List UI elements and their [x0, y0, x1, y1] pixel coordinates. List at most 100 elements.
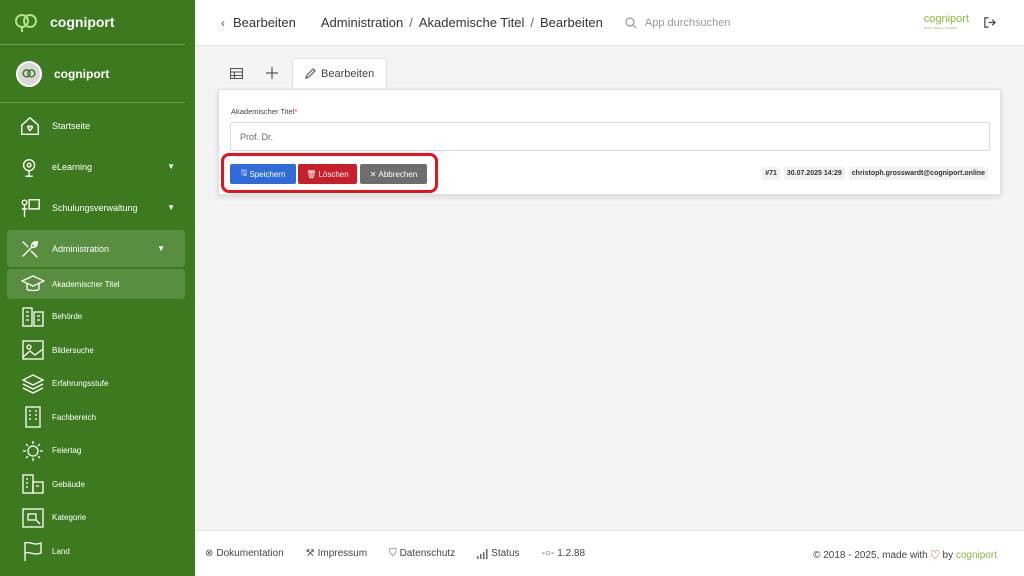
sidebar-subitem-label: Behörde	[52, 312, 83, 322]
footer-links: ⊗ Dokumentation ⚒ Impressum ⛉ Datenschut…	[205, 548, 607, 559]
sidebar-subitem-erfahrungsstufe[interactable]: Erfahrungsstufe	[0, 367, 195, 401]
pencil-icon	[305, 68, 316, 79]
header-logo-text: cogniport	[923, 13, 969, 25]
buildings-icon	[20, 472, 46, 496]
top-header: ‹ Bearbeiten Administration / Akademisch…	[195, 0, 1024, 46]
plus-icon	[266, 67, 278, 79]
edit-form-card: Akademischer Titel* 🖫 Speichern 🗑 Lösche…	[218, 89, 1001, 195]
sidebar-subitem-feiertag[interactable]: Feiertag	[0, 434, 195, 468]
breadcrumb-separator: /	[530, 15, 535, 30]
sidebar-subitem-label: Akademischer Titel	[52, 279, 120, 289]
sidebar-subitem-label: Erfahrungsstufe	[52, 379, 109, 389]
copyright: © 2018 - 2025, made with ♡ by cogniport	[813, 548, 997, 562]
sidebar-item-administration[interactable]: Administration ▼	[7, 230, 185, 267]
footer-link-dokumentation[interactable]: ⊗ Dokumentation	[205, 548, 284, 559]
caret-down-icon: ▼	[167, 203, 175, 212]
sidebar-item-label: Startseite	[52, 120, 91, 131]
signal-icon	[477, 548, 488, 559]
flag-icon	[20, 539, 46, 563]
footer-brand[interactable]: cogniport	[956, 550, 997, 561]
logout-button[interactable]	[983, 16, 996, 34]
cogniport-logo-icon	[15, 14, 37, 32]
caret-down-icon: ▼	[167, 162, 175, 171]
search-placeholder: App durchsuchen	[644, 16, 731, 29]
breadcrumb-item-administration[interactable]: Administration	[321, 15, 403, 30]
breadcrumb-item-akademische-titel[interactable]: Akademische Titel	[419, 15, 525, 30]
user-logo-icon	[22, 68, 36, 78]
sidebar-item-elearning[interactable]: eLearning ▼	[0, 146, 195, 187]
sidebar-subitem-behoerde[interactable]: Behörde	[0, 300, 195, 334]
sidebar-item-startseite[interactable]: Startseite	[0, 105, 195, 146]
sidebar-subitem-gebaeude[interactable]: Gebäude	[0, 468, 195, 502]
footer-link-datenschutz[interactable]: ⛉ Datenschutz	[389, 548, 455, 559]
view-tabs: Bearbeiten	[218, 58, 388, 88]
save-label: Speichern	[249, 169, 286, 179]
footer-link-label: Datenschutz	[399, 548, 456, 559]
close-icon: ✕	[369, 169, 377, 179]
elearning-icon	[18, 155, 42, 179]
footer-link-label: Status	[491, 548, 520, 559]
sidebar-item-label: Administration	[52, 243, 110, 254]
sidebar-subitem-kategorie[interactable]: Kategorie	[0, 501, 195, 535]
save-button[interactable]: 🖫 Speichern	[230, 164, 296, 184]
footer: ⊗ Dokumentation ⚒ Impressum ⛉ Datenschut…	[195, 530, 1024, 576]
hammer-icon: ⚒	[305, 548, 315, 559]
home-icon	[18, 114, 42, 138]
academic-title-input[interactable]	[230, 122, 990, 151]
copyright-by: by	[942, 549, 954, 561]
back-button[interactable]: ‹ Bearbeiten	[221, 15, 296, 30]
breadcrumb-item-bearbeiten: Bearbeiten	[540, 15, 603, 30]
category-icon	[20, 506, 46, 530]
field-label-text: Akademischer Titel	[231, 107, 295, 116]
image-icon	[20, 338, 46, 362]
sidebar-item-label: eLearning	[52, 161, 93, 172]
sidebar-brand[interactable]: cogniport	[0, 0, 185, 45]
sidebar-subitem-land[interactable]: Land	[0, 535, 195, 569]
caret-down-icon: ▼	[157, 244, 165, 253]
sidebar-nav: Startseite eLearning ▼ Schulungsverwaltu…	[0, 103, 195, 570]
brand-name: cogniport	[50, 14, 115, 30]
commit-icon: -○-	[541, 548, 555, 559]
sidebar-subitem-label: Kategorie	[52, 513, 87, 523]
sidebar-subitem-label: Fachbereich	[52, 412, 97, 422]
search-input[interactable]: App durchsuchen	[625, 17, 731, 29]
table-icon	[229, 67, 243, 79]
tab-edit-label: Bearbeiten	[321, 67, 375, 80]
sidebar-item-schulungsverwaltung[interactable]: Schulungsverwaltung ▼	[0, 187, 195, 228]
cancel-button[interactable]: ✕ Abbrechen	[360, 164, 427, 184]
record-id-badge: #71	[762, 167, 780, 180]
sidebar-subitem-label: Feiertag	[52, 446, 82, 456]
record-meta: #71 30.07.2025 14:29 christoph.grossward…	[762, 167, 988, 180]
cogniport-header-logo[interactable]: cogniport Sicher. Wissen. Schaffen.	[924, 14, 969, 30]
sidebar-subitem-fachbereich[interactable]: Fachbereich	[0, 401, 195, 435]
help-icon: ⊗	[205, 548, 214, 559]
footer-link-impressum[interactable]: ⚒ Impressum	[306, 548, 367, 559]
sidebar-subitem-akademischer-titel[interactable]: Akademischer Titel	[7, 269, 185, 299]
logout-icon	[984, 17, 996, 28]
training-icon	[18, 196, 42, 220]
cancel-label: Abbrechen	[378, 169, 418, 179]
tab-edit[interactable]: Bearbeiten	[292, 58, 388, 88]
shield-icon: ⛉	[389, 548, 397, 559]
required-mark: *	[294, 107, 298, 116]
user-profile[interactable]: cogniport	[0, 45, 185, 103]
graduation-cap-icon	[20, 272, 46, 296]
footer-version: -○- 1.2.88	[542, 548, 586, 559]
office-building-icon	[20, 405, 46, 429]
record-datetime-badge: 30.07.2025 14:29	[783, 167, 845, 180]
sidebar-subitem-label: Bildersuche	[52, 345, 94, 355]
heart-icon: ♡	[929, 548, 941, 562]
tools-icon	[18, 237, 42, 261]
save-icon: 🖫	[240, 168, 248, 177]
tab-add[interactable]	[254, 58, 290, 88]
chevron-left-icon: ‹	[221, 15, 225, 30]
sidebar-subitem-bildersuche[interactable]: Bildersuche	[0, 334, 195, 368]
breadcrumb: Administration / Akademische Titel / Bea…	[321, 15, 603, 30]
version-label: 1.2.88	[557, 548, 586, 559]
tab-table-view[interactable]	[218, 58, 254, 88]
trash-icon: 🗑	[306, 169, 317, 179]
footer-link-status[interactable]: Status	[477, 548, 520, 559]
sidebar-subitem-label: Land	[52, 546, 70, 556]
delete-button[interactable]: 🗑 Löschen	[298, 164, 357, 184]
header-logo-tagline: Sicher. Wissen. Schaffen.	[923, 26, 958, 30]
